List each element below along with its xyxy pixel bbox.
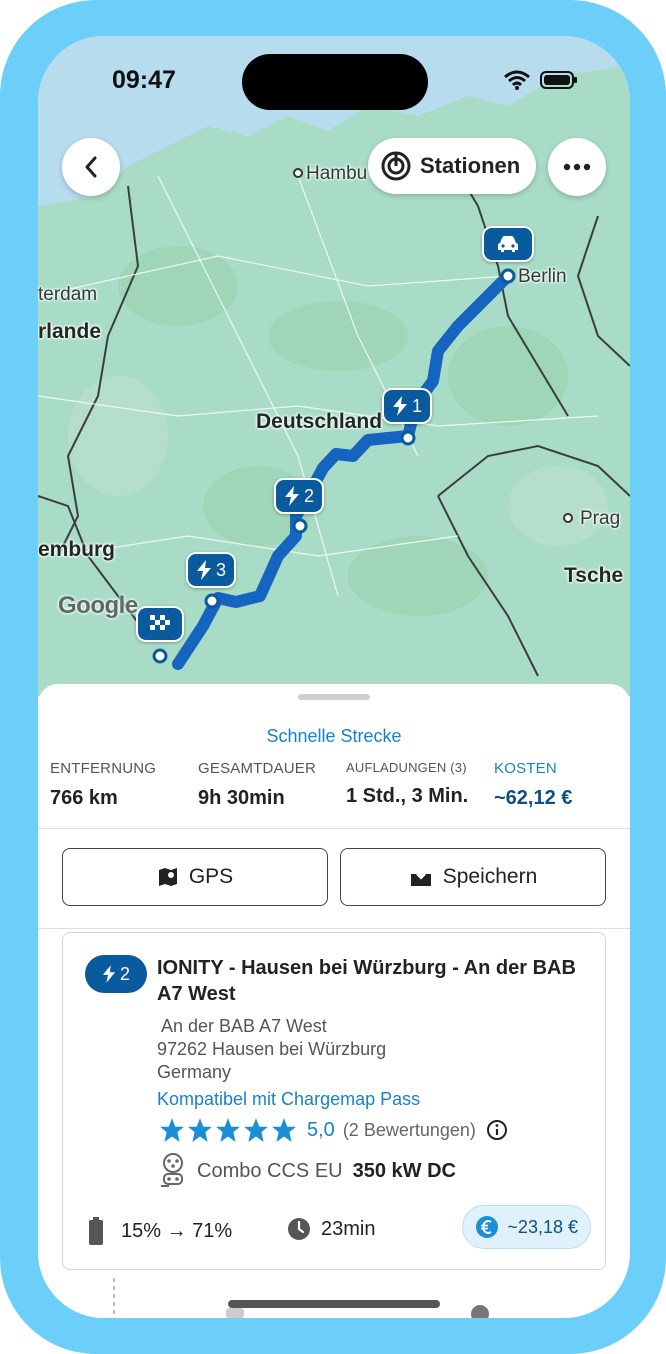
address-line-1: An der BAB A7 West	[161, 1016, 327, 1036]
route-type-label: Schnelle Strecke	[266, 726, 402, 746]
stat-distance-value: 766 km	[50, 787, 118, 809]
star-icon	[272, 1118, 296, 1142]
charge-duration: 23min	[287, 1217, 375, 1241]
charge-summary-row: 15% → 71% 23min ~23,18 €	[89, 1205, 591, 1251]
checkered-flag-icon	[150, 615, 170, 630]
stat-cost[interactable]: KOSTEN ~62,12 €	[494, 760, 572, 810]
dynamic-island	[242, 54, 428, 110]
stations-label: Stationen	[420, 153, 521, 178]
station-title: IONITY - Hausen bei Würzburg - An der BA…	[157, 957, 576, 1005]
connector-type: Combo CCS EU	[197, 1159, 343, 1182]
map-label-deutschland: Deutschland	[256, 410, 383, 433]
status-icons	[504, 70, 578, 90]
back-button[interactable]	[62, 138, 120, 196]
charge-price-text: ~23,18 €	[507, 1216, 578, 1237]
route-panel: Schnelle Strecke ENTFERNUNG 766 km GESAM…	[38, 684, 630, 1318]
stat-distance-label: ENTFERNUNG	[50, 760, 157, 777]
map-label-hamburg: Hambu	[306, 163, 368, 184]
map-label-niederlande: rlande	[38, 320, 102, 343]
station-address: An der BAB A7 West 97262 Hausen bei Würz…	[157, 1015, 386, 1084]
divider	[38, 928, 630, 929]
stations-radar-icon	[381, 151, 411, 181]
stat-duration-value: 9h 30min	[198, 787, 285, 809]
save-button[interactable]: Speichern	[340, 848, 606, 906]
star-icon	[216, 1118, 240, 1142]
charge-stop-marker-3[interactable]: 3	[186, 552, 237, 588]
clock-icon	[288, 1218, 310, 1240]
rating-row: 5,0 (2 Bewertungen)	[159, 1117, 508, 1143]
more-horizontal-icon	[563, 163, 591, 171]
map-label-amsterdam: terdam	[38, 284, 98, 305]
stat-cost-value: ~62,12 €	[494, 787, 573, 809]
address-line-3: Germany	[157, 1062, 232, 1082]
star-icon	[160, 1118, 184, 1142]
download-tray-icon	[410, 867, 431, 886]
map-label-prag: Prag	[580, 508, 621, 529]
stat-charges-value: 1 Std., 3 Min.	[346, 785, 469, 807]
gps-label: GPS	[188, 865, 234, 888]
status-time: 09:47	[112, 66, 176, 94]
home-indicator[interactable]	[228, 1300, 440, 1308]
charge-stop-marker-1[interactable]: 1	[382, 388, 433, 424]
stat-charges-label: AUFLADUNGEN (3)	[346, 760, 467, 775]
rating-count: (2 Bewertungen)	[342, 1119, 476, 1140]
stat-cost-label: KOSTEN	[494, 760, 557, 777]
more-button[interactable]	[548, 138, 606, 196]
charge-duration-text: 23min	[321, 1217, 376, 1240]
stat-duration-label: GESAMTDAUER	[198, 760, 317, 777]
star-icon	[244, 1118, 268, 1142]
bolt-icon	[285, 486, 299, 506]
car-icon	[498, 236, 518, 252]
stop-number-badge: 2	[85, 955, 147, 993]
screen: Hambu Berlin terdam rlande Deutschland P…	[38, 36, 630, 1318]
ccs-plug-icon	[161, 1153, 183, 1187]
drag-handle[interactable]	[298, 694, 370, 700]
battery-range: 15% → 71%	[89, 1217, 232, 1245]
map-label-luxemburg: emburg	[38, 538, 116, 561]
charge-price-badge[interactable]: ~23,18 €	[462, 1205, 591, 1249]
compatibility-text: Kompatibel mit Chargemap Pass	[157, 1089, 421, 1109]
map-label-berlin: Berlin	[518, 266, 567, 287]
rating-score: 5,0	[307, 1118, 335, 1141]
address-line-2: 97262 Hausen bei Würzburg	[157, 1039, 387, 1059]
next-card-hint	[113, 1278, 489, 1318]
destination-flag-marker[interactable]	[136, 606, 184, 642]
chevron-left-icon	[85, 156, 97, 178]
connector-power: 350 kW DC	[352, 1159, 456, 1182]
wifi-icon	[504, 70, 530, 90]
start-car-marker[interactable]	[482, 226, 534, 262]
battery-status-icon	[540, 71, 577, 89]
map-pin-icon	[158, 868, 177, 886]
map-view[interactable]: Hambu Berlin terdam rlande Deutschland P…	[38, 36, 630, 696]
euro-icon	[476, 1216, 499, 1238]
divider	[38, 828, 630, 829]
charging-stop-card[interactable]: 2 IONITY - Hausen bei Würzburg - An der …	[62, 932, 606, 1270]
star-icon	[188, 1118, 212, 1142]
bolt-icon	[102, 965, 116, 983]
gps-button[interactable]: GPS	[62, 848, 328, 906]
battery-icon	[89, 1217, 103, 1245]
battery-range-text: 15% → 71%	[121, 1219, 233, 1242]
charge-stop-marker-2[interactable]: 2	[274, 478, 325, 514]
save-label: Speichern	[442, 865, 538, 888]
device-frame: Hambu Berlin terdam rlande Deutschland P…	[0, 0, 666, 1354]
stat-distance: ENTFERNUNG 766 km	[50, 760, 156, 810]
info-icon[interactable]	[486, 1119, 508, 1141]
bolt-icon	[393, 396, 407, 416]
stat-charges: AUFLADUNGEN (3) 1 Std., 3 Min.	[346, 760, 468, 808]
connector-row: Combo CCS EU 350 kW DC	[159, 1153, 456, 1189]
stations-button[interactable]: Stationen	[368, 138, 537, 194]
stat-duration: GESAMTDAUER 9h 30min	[198, 760, 316, 810]
bolt-icon	[197, 560, 211, 580]
google-attribution: Google	[58, 592, 138, 619]
map-label-tschechien: Tsche	[564, 564, 624, 587]
